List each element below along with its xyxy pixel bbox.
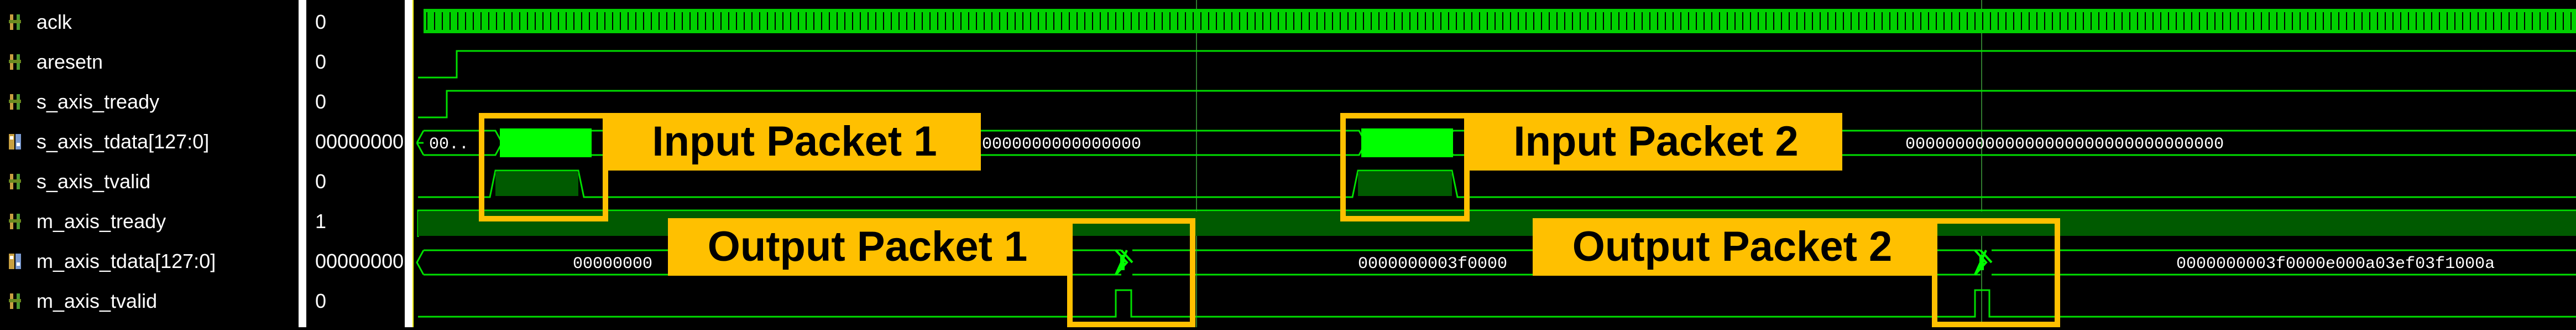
signal-value: 1 <box>315 210 327 233</box>
signal-row[interactable]: aclk <box>0 2 72 42</box>
signal-name: m_axis_tready <box>36 210 166 233</box>
output-packet-2-highlight <box>1932 218 2060 327</box>
signal-value: 0 <box>315 50 327 73</box>
signal-name: s_axis_tready <box>36 90 160 113</box>
signal-value-row[interactable]: 00000000 <box>306 241 404 281</box>
signal-value: 0 <box>315 11 327 33</box>
aclk-wave <box>424 9 2576 33</box>
signal-row[interactable]: m_axis_tdata[127:0] <box>0 241 216 281</box>
signal-row[interactable]: m_axis_tready <box>0 202 166 241</box>
input-packet-2-highlight <box>1340 113 1470 221</box>
input-packet-1-callout: Input Packet 1 <box>608 113 981 171</box>
signal-value-row[interactable]: 0 <box>306 82 326 122</box>
output-packet-1-highlight <box>1067 218 1195 327</box>
logic-signal-icon <box>8 212 24 231</box>
signal-row[interactable]: m_axis_tvalid <box>0 281 157 321</box>
signal-value-row[interactable]: 0 <box>306 281 326 321</box>
m-tdata-label-end: 0000000003f0000e000a03ef03f1000a <box>2176 255 2495 274</box>
signal-row[interactable]: s_axis_tdata[127:0] <box>0 122 209 162</box>
logic-signal-icon <box>8 12 24 32</box>
signal-value: 0 <box>315 90 327 113</box>
m-tdata-label-mid: 0000000003f0000 <box>1358 255 1507 274</box>
panel-divider[interactable] <box>405 0 412 327</box>
signal-name: m_axis_tdata[127:0] <box>36 250 216 272</box>
signal-value-row[interactable]: 0 <box>306 42 326 82</box>
signal-row[interactable]: s_axis_tvalid <box>0 162 150 202</box>
m-tdata-label-start: 00000000 <box>573 255 652 274</box>
signal-value-row[interactable]: 0 <box>306 2 326 42</box>
m-tvalid-wave <box>418 289 2576 318</box>
signal-row[interactable]: s_axis_tready <box>0 82 159 122</box>
s-tvalid-wave <box>418 169 2576 198</box>
aresetn-wave <box>418 50 2576 79</box>
signal-value-row[interactable]: 0 <box>306 162 326 202</box>
input-packet-1-highlight <box>479 113 608 221</box>
signal-name: aclk <box>36 11 72 33</box>
s-tdata-label-start: 00.. <box>429 135 469 154</box>
logic-signal-icon <box>8 291 24 311</box>
signal-name: aresetn <box>36 50 103 73</box>
signal-row[interactable]: aresetn <box>0 42 103 82</box>
output-packet-1-callout: Output Packet 1 <box>668 218 1067 276</box>
signal-name: m_axis_tvalid <box>36 290 158 312</box>
logic-signal-icon <box>8 92 24 112</box>
output-packet-2-callout: Output Packet 2 <box>1533 218 1932 276</box>
bus-signal-icon <box>8 251 24 271</box>
s-tdata-label-mid: 0000000000000000 <box>982 135 1141 154</box>
bus-signal-icon <box>8 132 24 152</box>
signal-name: s_axis_tdata[127:0] <box>36 130 210 153</box>
signal-value: 0 <box>315 290 327 312</box>
s-tdata-label-end: 00000000000000000000000000000000 <box>1905 135 2224 154</box>
signal-names-panel: aclk aresetn s_axis_tready s_axis_tdata[127… <box>0 0 299 327</box>
signal-value-row[interactable]: 00000000 <box>306 122 404 162</box>
signal-value-row[interactable]: 1 <box>306 202 326 241</box>
logic-signal-icon <box>8 52 24 72</box>
signal-values-panel: 0 0 0 00000000 0 1 00000000 0 <box>306 0 405 327</box>
panel-divider[interactable] <box>299 0 306 327</box>
signal-value: 0 <box>315 170 327 193</box>
signal-name: s_axis_tvalid <box>36 170 151 193</box>
signal-value: 00000000 <box>315 130 404 153</box>
signal-value: 00000000 <box>315 250 404 272</box>
input-packet-2-callout: Input Packet 2 <box>1470 113 1842 171</box>
logic-signal-icon <box>8 172 24 192</box>
